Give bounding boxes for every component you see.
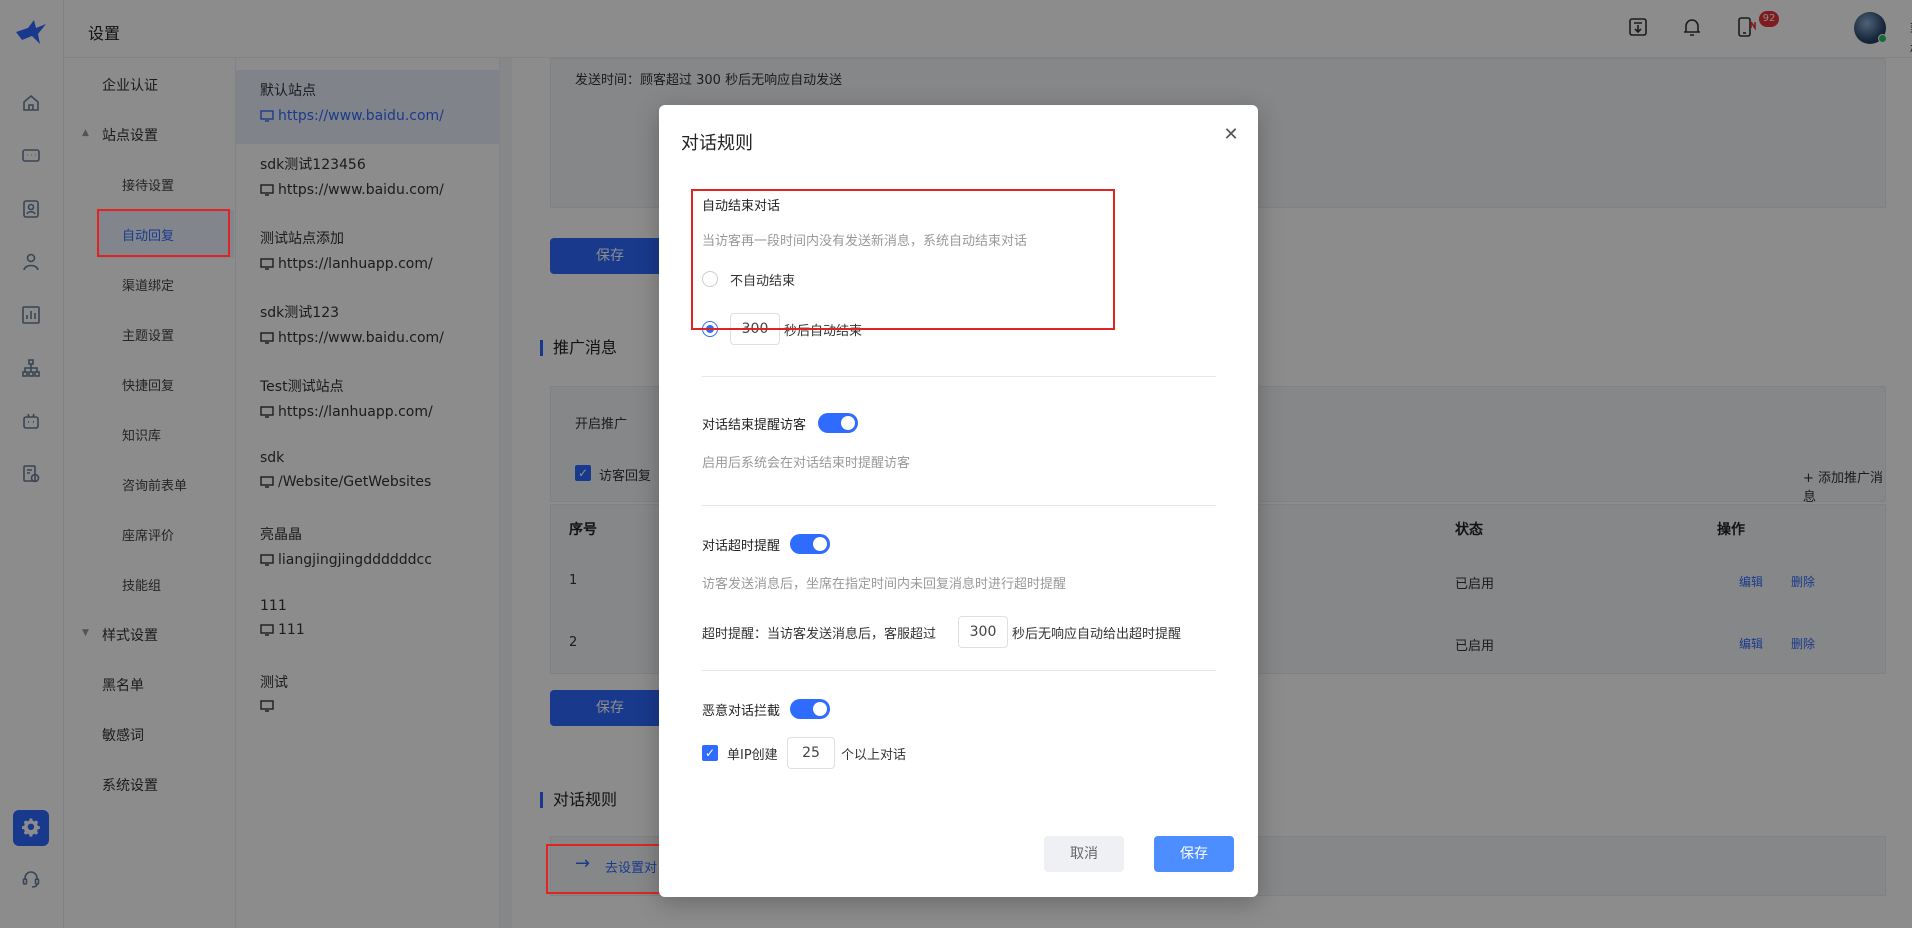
divider xyxy=(702,670,1216,671)
rules-modal: 对话规则 ✕ 自动结束对话 当访客再一段时间内没有发送新消息，系统自动结束对话 … xyxy=(659,105,1258,897)
malicious-label: 恶意对话拦截 xyxy=(702,704,781,719)
highlight-auto-reply xyxy=(97,209,230,257)
malicious-toggle[interactable] xyxy=(790,699,830,719)
ip-limit-prefix: 单IP创建 xyxy=(727,748,778,763)
close-icon[interactable]: ✕ xyxy=(1221,125,1241,145)
ip-limit-checkbox[interactable]: ✓ xyxy=(702,745,718,761)
ip-limit-suffix: 个以上对话 xyxy=(841,748,907,763)
timeout-toggle[interactable] xyxy=(790,534,830,554)
save-button[interactable]: 保存 xyxy=(1154,836,1234,872)
ip-limit-count-input[interactable] xyxy=(787,737,835,769)
modal-title: 对话规则 xyxy=(681,133,753,154)
divider xyxy=(702,376,1216,377)
highlight-auto-end xyxy=(691,189,1115,330)
timeout-suffix: 秒后无响应自动给出超时提醒 xyxy=(1012,627,1182,642)
end-notify-hint: 启用后系统会在对话结束时提醒访客 xyxy=(702,456,911,471)
timeout-prefix: 超时提醒：当访客发送消息后，客服超过 xyxy=(702,627,937,642)
end-notify-label: 对话结束提醒访客 xyxy=(702,418,807,433)
cancel-button[interactable]: 取消 xyxy=(1044,836,1124,872)
end-notify-toggle[interactable] xyxy=(818,413,858,433)
timeout-hint: 访客发送消息后，坐席在指定时间内未回复消息时进行超时提醒 xyxy=(702,577,1067,592)
divider xyxy=(702,505,1216,506)
timeout-seconds-input[interactable] xyxy=(958,616,1008,648)
timeout-label: 对话超时提醒 xyxy=(702,539,781,554)
